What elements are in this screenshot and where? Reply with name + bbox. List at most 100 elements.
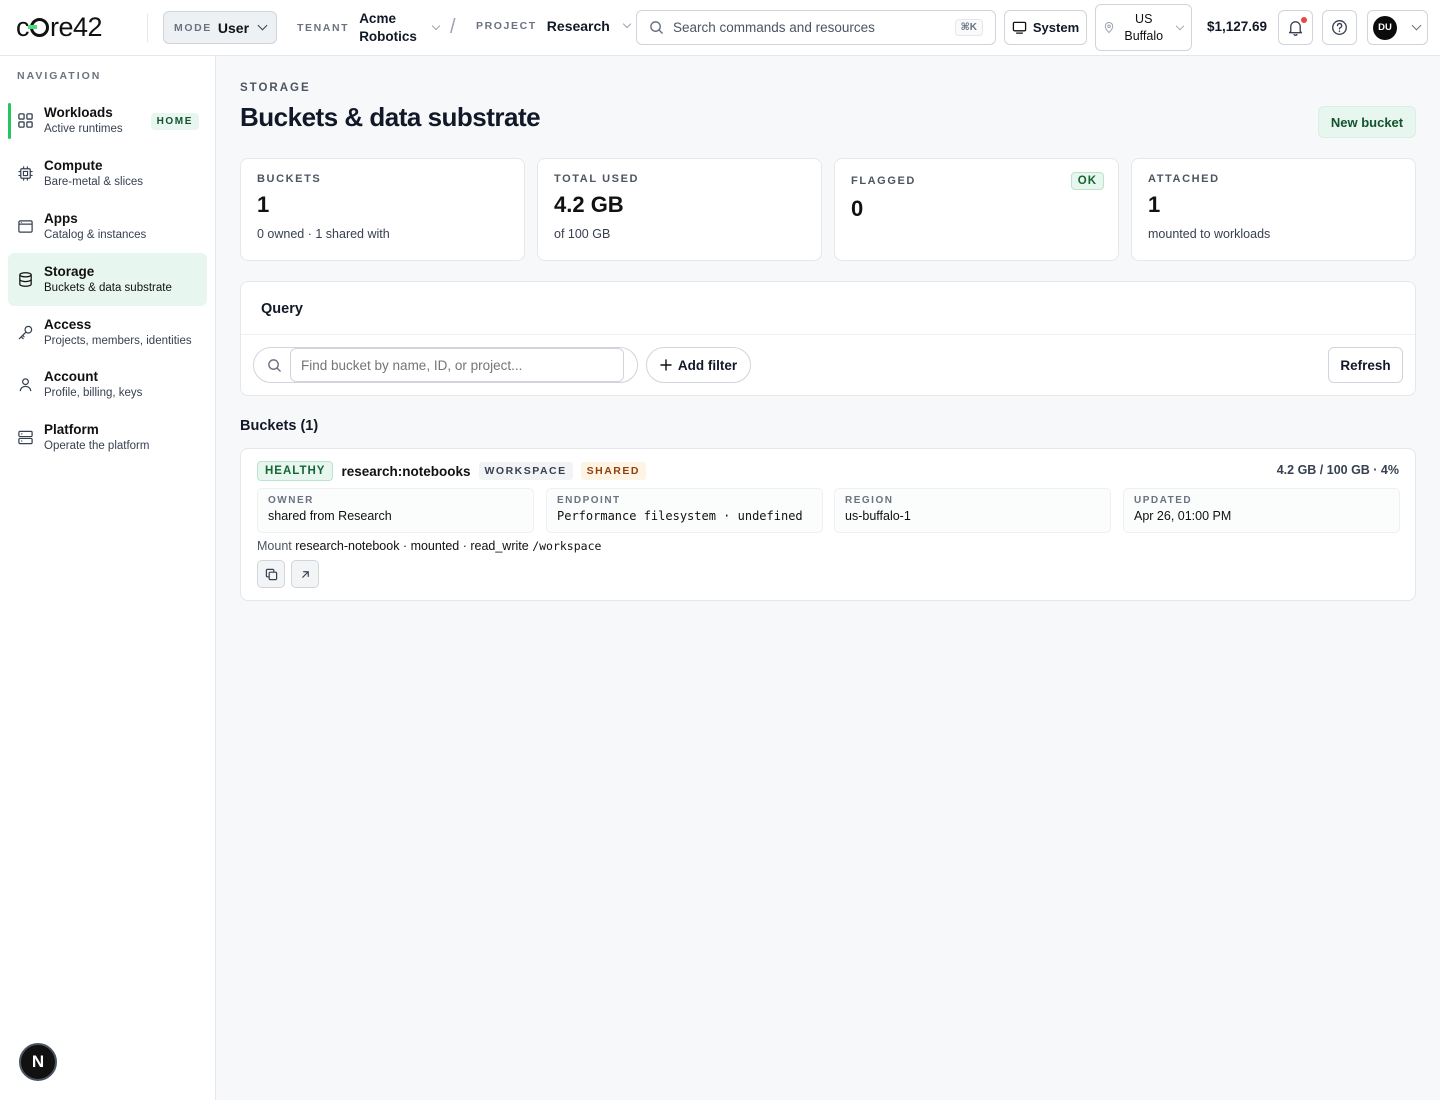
search-icon — [650, 21, 663, 34]
theme-system-button[interactable]: System — [1004, 10, 1087, 45]
chevron-down-icon — [622, 19, 632, 29]
mount-path: /workspace — [532, 539, 602, 553]
field-label: OWNER — [268, 495, 314, 506]
notifications-button[interactable] — [1278, 10, 1313, 45]
bucket-header: HEALTHY research:notebooks WORKSPACE SHA… — [257, 461, 646, 481]
sidebar-item-apps[interactable]: Apps Catalog & instances — [8, 200, 207, 253]
query-title: Query — [241, 282, 1415, 335]
stat-subtext: mounted to workloads — [1148, 227, 1271, 241]
sidebar-item-title: Account — [44, 369, 98, 384]
sidebar-item-title: Apps — [44, 211, 78, 226]
sidebar-item-platform[interactable]: Platform Operate the platform — [8, 411, 207, 464]
field-label: ENDPOINT — [557, 495, 621, 506]
database-icon — [16, 271, 34, 289]
add-filter-button[interactable]: Add filter — [646, 347, 751, 383]
mode-value: User — [217, 19, 250, 36]
stat-label: BUCKETS — [257, 173, 322, 185]
updated-field: UPDATED Apr 26, 01:00 PM — [1123, 488, 1400, 533]
chevron-down-icon — [431, 21, 441, 31]
sidebar-item-access[interactable]: Access Projects, members, identities — [8, 306, 207, 359]
sidebar-item-subtitle: Bare-metal & slices — [44, 176, 144, 188]
project-value: Research — [546, 18, 610, 34]
mount-info: Mount research-notebook · mounted · read… — [257, 539, 601, 553]
mount-value: research-notebook · mounted · read_write — [295, 539, 529, 553]
sidebar-item-storage[interactable]: Storage Buckets & data substrate — [8, 253, 207, 306]
mode-selector[interactable]: MODE User — [163, 11, 277, 44]
sidebar-item-subtitle: Catalog & instances — [44, 229, 147, 241]
command-search[interactable]: Search commands and resources ⌘K — [636, 10, 996, 45]
bucket-card[interactable]: HEALTHY research:notebooks WORKSPACE SHA… — [240, 448, 1416, 601]
bucket-usage: 4.2 GB / 100 GB · 4% — [1276, 463, 1399, 477]
field-value: shared from Research — [268, 509, 392, 523]
window-icon — [16, 218, 34, 236]
plus-icon — [660, 359, 672, 371]
shortcut-hint: ⌘K — [954, 19, 983, 36]
theme-label: System — [1032, 20, 1080, 35]
stat-value: 1 — [1148, 192, 1161, 217]
bucket-search-input[interactable] — [290, 348, 624, 382]
project-label: PROJECT — [476, 20, 537, 32]
sidebar-item-workloads[interactable]: Workloads Active runtimes HOME — [8, 94, 207, 147]
search-placeholder: Search commands and resources — [673, 20, 875, 35]
key-icon — [16, 324, 34, 342]
sidebar-item-subtitle: Active runtimes — [44, 123, 123, 135]
user-icon — [16, 376, 34, 394]
region-selector[interactable]: US Buffalo — [1095, 4, 1192, 51]
sidebar-item-title: Compute — [44, 158, 103, 173]
stat-value: 0 — [851, 196, 864, 221]
stat-label: FLAGGED — [851, 175, 916, 187]
tenant-label: TENANT — [297, 22, 350, 34]
bucket-name[interactable]: research:notebooks — [341, 464, 470, 479]
new-bucket-button[interactable]: New bucket — [1318, 106, 1416, 138]
buckets-heading: Buckets (1) — [240, 418, 319, 434]
bucket-search — [253, 347, 638, 383]
status-badge: OK — [1070, 172, 1104, 190]
field-label: REGION — [845, 495, 894, 506]
stat-card-total-used: TOTAL USED 4.2 GB of 100 GB — [537, 158, 822, 261]
add-filter-label: Add filter — [677, 357, 738, 373]
user-menu[interactable]: DU — [1367, 10, 1428, 45]
open-bucket-button[interactable] — [291, 560, 319, 588]
search-icon — [268, 359, 281, 372]
tenant-selector[interactable]: TENANT Acme Robotics — [297, 8, 441, 48]
sidebar-item-compute[interactable]: Compute Bare-metal & slices — [8, 147, 207, 200]
mode-label: MODE — [174, 21, 212, 34]
stat-card-buckets: BUCKETS 1 0 owned · 1 shared with — [240, 158, 525, 261]
top-bar: c re 42 MODE User TENANT Acme Robotics / P… — [0, 0, 1440, 56]
stat-subtext: of 100 GB — [554, 227, 611, 241]
sidebar-item-account[interactable]: Account Profile, billing, keys — [8, 358, 207, 411]
help-icon — [1332, 20, 1347, 35]
monitor-icon — [1012, 21, 1027, 34]
kind-badge: WORKSPACE — [478, 462, 573, 480]
breadcrumb-separator: / — [450, 16, 456, 38]
avatar: DU — [1373, 15, 1397, 40]
stat-card-flagged: FLAGGED 0 OK — [834, 158, 1119, 261]
copy-button[interactable] — [257, 560, 285, 588]
core42-logo[interactable]: c re 42 — [16, 12, 103, 42]
home-indicator — [8, 103, 11, 139]
sidebar-item-subtitle: Profile, billing, keys — [44, 387, 143, 399]
health-badge: HEALTHY — [257, 461, 334, 481]
stat-label: ATTACHED — [1148, 173, 1220, 185]
map-pin-icon — [1104, 21, 1114, 34]
refresh-button[interactable]: Refresh — [1328, 347, 1403, 383]
stat-value: 4.2 GB — [554, 192, 624, 217]
stat-subtext: 0 owned · 1 shared with — [257, 227, 390, 241]
shared-badge: SHARED — [580, 462, 646, 480]
stat-value: 1 — [257, 192, 270, 217]
project-selector[interactable]: PROJECT Research — [476, 18, 632, 34]
divider — [147, 14, 148, 42]
sidebar-item-title: Platform — [44, 422, 99, 437]
sidebar-item-title: Access — [44, 317, 92, 332]
chevron-down-icon — [1176, 21, 1185, 30]
cpu-icon — [16, 165, 34, 183]
sidebar: NAVIGATION Workloads Active runtimes HOM… — [0, 56, 216, 1100]
query-panel: Query Add filter Refresh — [240, 281, 1416, 396]
page-title: Buckets & data substrate — [240, 102, 541, 132]
home-badge: HOME — [150, 113, 199, 130]
sidebar-item-subtitle: Operate the platform — [44, 440, 150, 452]
account-balance[interactable]: $1,127.69 — [1207, 19, 1267, 34]
chevron-down-icon — [257, 20, 268, 31]
nextjs-dev-button[interactable]: N — [19, 1043, 57, 1081]
help-button[interactable] — [1322, 10, 1357, 45]
